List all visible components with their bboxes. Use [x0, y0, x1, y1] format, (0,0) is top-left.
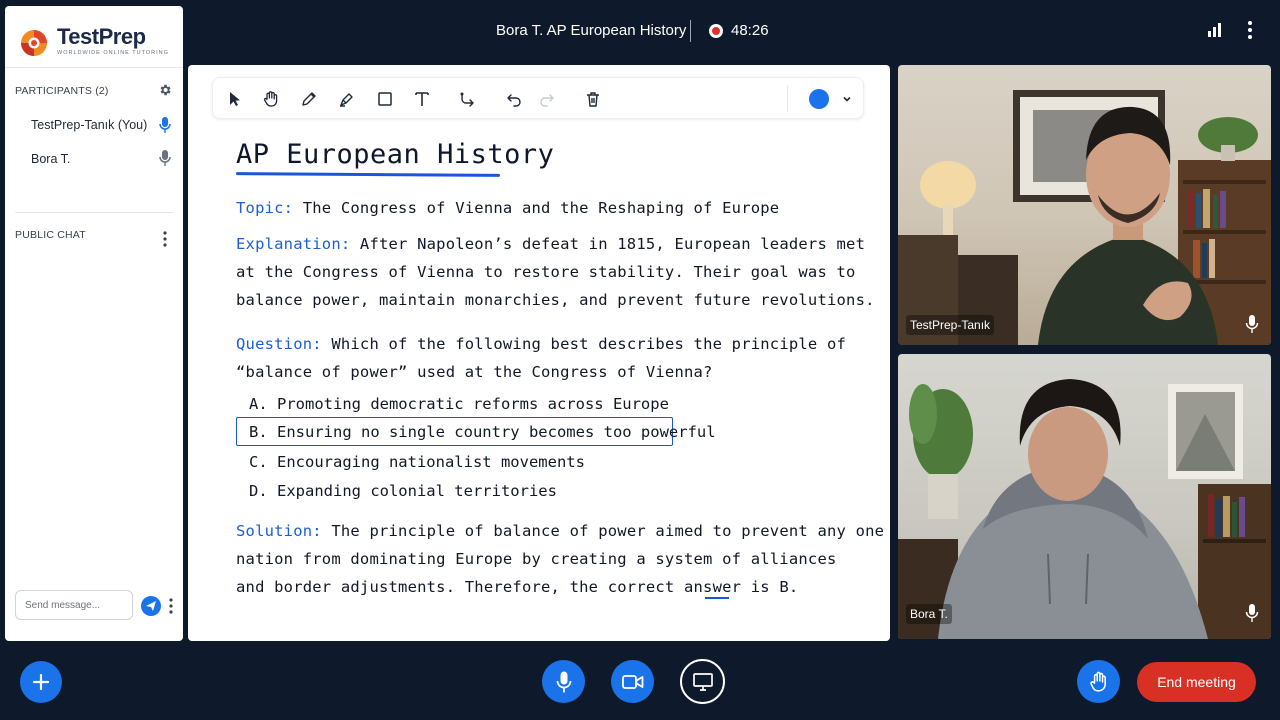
select-icon[interactable]: [226, 90, 244, 108]
more-vertical-icon[interactable]: [1244, 20, 1256, 40]
video-camera-icon: [621, 674, 643, 689]
topic-line: Topic: The Congress of Vienna and the Re…: [236, 199, 779, 217]
hand-icon[interactable]: [262, 90, 280, 108]
logo-text-prep: Prep: [98, 24, 146, 49]
connector-icon[interactable]: [459, 90, 477, 108]
whiteboard-title: AP European History: [236, 139, 555, 170]
undo-icon[interactable]: [505, 90, 523, 108]
answer-underline: [705, 597, 729, 599]
whiteboard[interactable]: AP European History Topic: The Congress …: [188, 65, 890, 641]
logo-tagline: WORLDWIDE ONLINE TUTORING: [57, 50, 169, 56]
more-options-icon[interactable]: [168, 597, 174, 615]
solution-text: nation from dominating Europe by creatin…: [236, 550, 837, 568]
sidebar-divider: [15, 212, 173, 213]
tutor-video-feed: [898, 90, 1271, 345]
title-divider: [690, 20, 691, 42]
send-icon: [146, 601, 156, 611]
answer-option-d: D. Expanding colonial territories: [249, 482, 557, 500]
raise-hand-button[interactable]: [1077, 660, 1120, 703]
answer-option-c: C. Encouraging nationalist movements: [249, 453, 585, 471]
video-name-label: TestPrep-Tanık: [906, 315, 995, 335]
share-screen-button[interactable]: [680, 659, 725, 704]
explanation-text: at the Congress of Vienna to restore sta…: [236, 263, 856, 281]
chat-message-input[interactable]: Send message...: [15, 590, 133, 620]
chevron-down-icon[interactable]: [841, 93, 853, 105]
highlighter-icon[interactable]: [338, 90, 356, 108]
video-tile-tutor[interactable]: TestPrep-Tanık: [898, 65, 1271, 345]
rectangle-icon[interactable]: [376, 90, 394, 108]
meeting-title: Bora T. AP European History: [496, 22, 687, 39]
sidebar: TestPrep WORLDWIDE ONLINE TUTORING PARTI…: [5, 6, 183, 641]
explanation-line: Explanation: After Napoleon’s defeat in …: [236, 235, 865, 253]
video-tile-student[interactable]: Bora T.: [898, 354, 1271, 639]
pencil-icon[interactable]: [300, 90, 318, 108]
question-line: Question: Which of the following best de…: [236, 335, 846, 353]
public-chat-title: PUBLIC CHAT: [15, 229, 86, 241]
title-underline: [235, 172, 501, 177]
answer-option-b: B. Ensuring no single country becomes to…: [249, 423, 716, 441]
toolbar-divider: [787, 86, 788, 112]
topic-text: The Congress of Vienna and the Reshaping…: [293, 199, 780, 217]
explanation-text: balance power, maintain monarchies, and …: [236, 291, 875, 309]
topic-label: Topic:: [236, 199, 294, 217]
microphone-button[interactable]: [542, 660, 585, 703]
participant-item[interactable]: TestPrep-Tanık (You): [31, 118, 147, 132]
add-button[interactable]: [20, 661, 62, 703]
text-icon[interactable]: [413, 90, 431, 108]
sidebar-divider: [5, 67, 183, 68]
correct-answer: B.: [779, 578, 799, 596]
monitor-icon: [692, 672, 713, 691]
question-label: Question:: [236, 335, 322, 353]
video-name-label: Bora T.: [906, 604, 952, 624]
question-text: “balance of power” used at the Congress …: [236, 363, 713, 381]
chat-menu-icon[interactable]: [161, 230, 169, 248]
solution-label: Solution:: [236, 522, 322, 540]
solution-line: Solution: The principle of balance of po…: [236, 522, 884, 540]
pen-color-swatch[interactable]: [809, 89, 829, 109]
answer-option-a: A. Promoting democratic reforms across E…: [249, 395, 669, 413]
top-bar: Bora T. AP European History 48:26: [188, 0, 1280, 62]
mic-icon: [1245, 315, 1259, 333]
solution-text: The principle of balance of power aimed …: [321, 522, 885, 540]
send-message-button[interactable]: [141, 596, 161, 616]
recording-icon: [709, 24, 723, 38]
camera-button[interactable]: [611, 660, 654, 703]
solution-line: and border adjustments. Therefore, the c…: [236, 578, 798, 596]
gear-icon[interactable]: [158, 83, 172, 97]
raise-hand-icon: [1089, 671, 1106, 692]
explanation-text: After Napoleon’s defeat in 1815, Europea…: [350, 235, 866, 253]
mic-icon[interactable]: [159, 150, 171, 166]
participants-title: PARTICIPANTS (2): [15, 85, 109, 97]
whiteboard-toolbar: [212, 77, 864, 119]
logo: TestPrep WORLDWIDE ONLINE TUTORING: [19, 24, 169, 62]
explanation-label: Explanation:: [236, 235, 351, 253]
question-text: Which of the following best describes th…: [321, 335, 847, 353]
logo-text: TestPrep: [57, 24, 146, 50]
meeting-timer: 48:26: [731, 22, 769, 39]
end-meeting-button[interactable]: End meeting: [1137, 662, 1256, 702]
mic-icon[interactable]: [159, 117, 171, 133]
testprep-logo-icon: [21, 30, 47, 56]
logo-text-test: Test: [57, 24, 99, 49]
plus-icon: [32, 673, 50, 691]
redo-icon[interactable]: [538, 90, 556, 108]
trash-icon[interactable]: [584, 90, 602, 108]
microphone-icon: [556, 671, 571, 692]
signal-bars-icon[interactable]: [1207, 22, 1223, 38]
solution-text: and border adjustments. Therefore, the c…: [236, 578, 780, 596]
student-video-feed: [898, 379, 1271, 639]
participant-item[interactable]: Bora T.: [31, 152, 70, 166]
mic-icon: [1245, 604, 1259, 622]
